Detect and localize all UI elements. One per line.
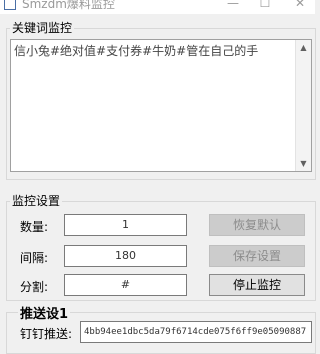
maximize-button[interactable]: ☐: [250, 0, 280, 12]
save-settings-button[interactable]: 保存设置: [209, 245, 305, 267]
vertical-scrollbar[interactable]: ▲ ▼: [295, 40, 311, 171]
keywords-textarea[interactable]: 信小兔#绝对值#支付券#牛奶#管在自己的手 ▲ ▼: [10, 39, 312, 172]
settings-legend: 监控设置: [10, 192, 63, 209]
stop-monitor-button[interactable]: 停止监控: [209, 274, 305, 296]
split-label: 分割:: [20, 280, 49, 294]
close-button[interactable]: ✕: [285, 0, 315, 12]
window-title: Smzdm爆料监控: [22, 0, 115, 11]
app-icon: [4, 0, 16, 10]
count-label: 数量:: [20, 220, 49, 234]
minimize-button[interactable]: —: [218, 0, 248, 12]
restore-default-button[interactable]: 恢复默认: [209, 214, 305, 236]
scroll-up-arrow-icon[interactable]: ▲: [296, 40, 311, 55]
keywords-legend: 关键词监控: [10, 19, 75, 36]
count-input[interactable]: 1: [64, 214, 187, 236]
dingtalk-push-label: 钉钉推送:: [20, 327, 73, 341]
dingtalk-push-input[interactable]: 4bb94ee1dbc5da79f6714cde075f6ff9e0509088…: [80, 321, 312, 343]
title-bar: Smzdm爆料监控 — ☐ ✕: [0, 0, 315, 14]
split-input[interactable]: #: [64, 274, 187, 296]
interval-input[interactable]: 180: [64, 245, 187, 267]
scroll-down-arrow-icon[interactable]: ▼: [296, 156, 311, 171]
interval-label: 间隔:: [20, 251, 49, 265]
push-legend: 推送设1: [18, 303, 71, 322]
keywords-text: 信小兔#绝对值#支付券#牛奶#管在自己的手: [14, 44, 259, 58]
